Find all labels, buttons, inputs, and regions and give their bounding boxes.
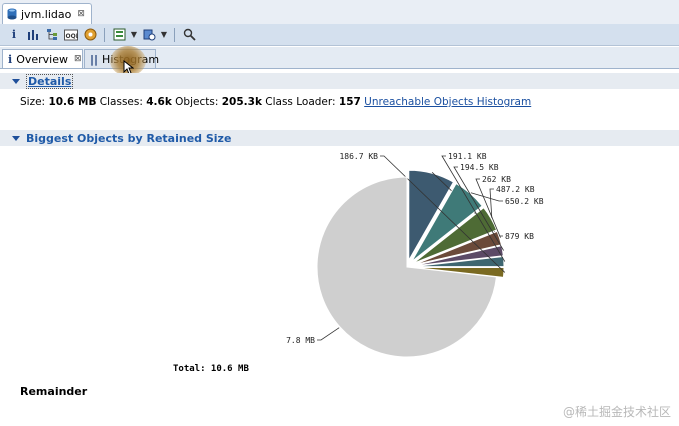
tab-label: Overview [16, 52, 68, 66]
unreachable-objects-histogram-link[interactable]: Unreachable Objects Histogram [364, 96, 531, 108]
chevron-down-icon[interactable]: ▼ [130, 30, 138, 39]
chevron-down-icon[interactable]: ▼ [160, 30, 168, 39]
pie-slice-label: 879 KB [505, 232, 534, 241]
query-browser-icon[interactable] [111, 27, 127, 43]
svg-text:OQL: OQL [66, 33, 79, 40]
biggest-objects-pie-chart: 879 KB 650.2 KB 487.2 KB262 KB 194.5 KB 191.… [286, 152, 544, 358]
info-icon[interactable]: i [6, 27, 22, 43]
class-loader-value: 157 [338, 96, 361, 108]
editor-tab-label: jvm.lidao [21, 7, 72, 21]
pie-slice-label: 191.1 KB [448, 152, 487, 161]
biggest-objects-section-header[interactable]: Biggest Objects by Retained Size [0, 130, 679, 146]
pie-slice-label: 194.5 KB [460, 163, 499, 172]
editor-tab-bar: jvm.lidao ⊠ [0, 0, 679, 25]
histogram-icon[interactable] [25, 27, 41, 43]
close-icon[interactable]: ⊠ [77, 9, 85, 19]
objects-label: Objects: [175, 96, 219, 108]
toolbar: i OQL ▼ ▼ [0, 24, 679, 46]
pie-leader-line [317, 327, 340, 341]
histogram-icon: || [90, 52, 99, 66]
classes-label: Classes: [99, 96, 143, 108]
biggest-objects-title[interactable]: Biggest Objects by Retained Size [26, 132, 231, 145]
class-loader-label: Class Loader: [265, 96, 336, 108]
dominator-tree-icon[interactable] [44, 27, 60, 43]
toolbar-separator [174, 27, 175, 42]
objects-value: 205.3k [221, 96, 262, 108]
details-section-header[interactable]: Details [0, 73, 679, 89]
pie-total-label: Total: 10.6 MB [173, 364, 249, 374]
details-title[interactable]: Details [26, 73, 74, 89]
size-value: 10.6 MB [48, 96, 97, 108]
pie-slice-label: 7.8 MB [286, 336, 315, 345]
pie-slice-label: 650.2 KB [505, 197, 544, 206]
close-icon[interactable]: ⊠ [74, 54, 82, 64]
pie-slice-label: 262 KB [482, 175, 511, 184]
toolbar-separator [104, 27, 105, 42]
classes-value: 4.6k [146, 96, 172, 108]
size-label: Size: [20, 96, 46, 108]
watermark: @稀土掘金技术社区 [562, 405, 671, 419]
pie-slice-label: 186.7 KB [339, 152, 378, 161]
info-icon: i [8, 52, 13, 66]
oql-icon[interactable]: OQL [63, 27, 79, 43]
collapse-icon[interactable] [12, 135, 20, 141]
details-summary: Size: 10.6 MB Classes: 4.6k Objects: 205… [20, 96, 531, 108]
editor-tab-jvm-lidao[interactable]: jvm.lidao ⊠ [2, 3, 92, 24]
pie-slice-label: 487.2 KB [496, 185, 535, 194]
heap-dump-icon [7, 8, 17, 20]
collapse-icon[interactable] [12, 78, 20, 84]
remainder-label: Remainder [20, 385, 88, 398]
find-object-icon[interactable] [141, 27, 157, 43]
view-tab-bar: i Overview ⊠ || Histogram [0, 47, 679, 69]
tab-overview[interactable]: i Overview ⊠ [2, 49, 83, 68]
search-icon[interactable] [181, 27, 197, 43]
heap-dump-overview-icon[interactable] [82, 27, 98, 43]
